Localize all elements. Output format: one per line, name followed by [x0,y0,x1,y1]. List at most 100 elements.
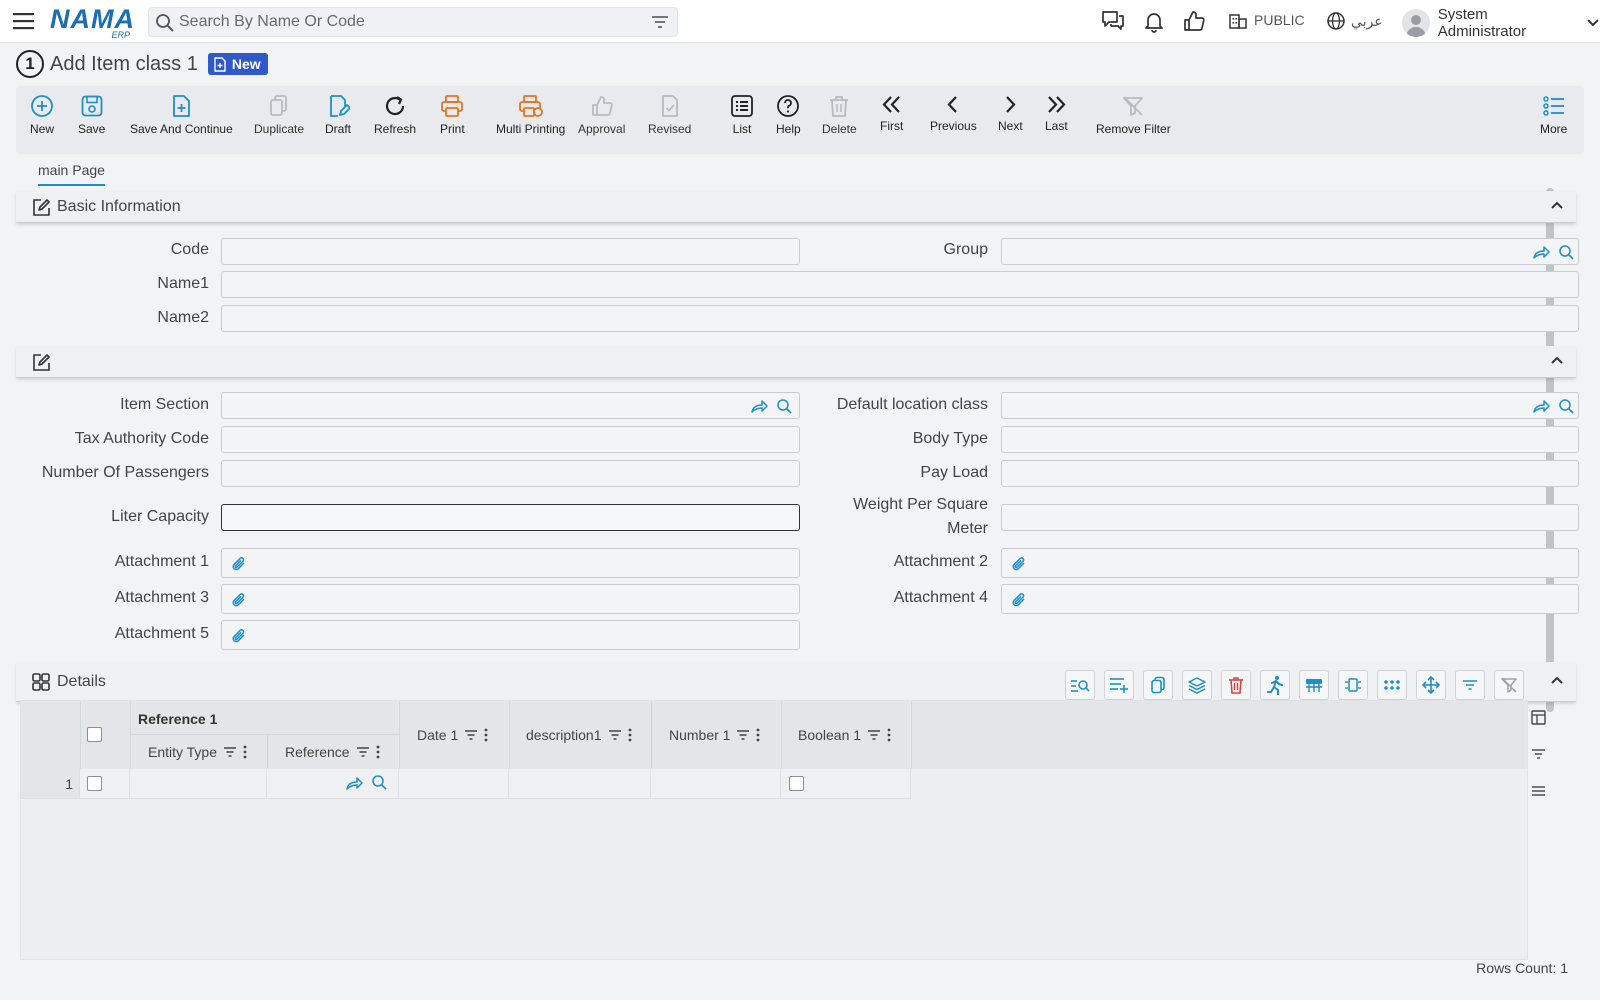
additional-info-header[interactable] [16,346,1576,378]
save-button[interactable]: Save [78,94,105,136]
chevron-up-icon[interactable] [1550,355,1564,365]
attachment2-field[interactable] [1001,548,1579,578]
lookup-search-icon[interactable] [776,398,794,414]
group-field[interactable] [1001,238,1579,265]
description1-cell[interactable] [509,769,651,799]
paperclip-icon[interactable] [1010,555,1028,573]
name1-field[interactable] [221,271,1579,298]
menu-panel-icon[interactable] [1531,785,1546,797]
company-selector[interactable]: PUBLIC [1228,10,1305,30]
grid-search-button[interactable] [1065,670,1095,700]
column-number-1[interactable]: Number 1 [669,727,760,743]
column-filter-icon[interactable] [867,729,881,741]
paperclip-icon[interactable] [230,591,248,609]
share-arrow-icon[interactable] [750,398,768,414]
boolean1-checkbox[interactable] [789,776,804,791]
basic-information-header[interactable]: Basic Information [16,191,1576,223]
refresh-button[interactable]: Refresh [374,94,416,136]
remove-filter-button[interactable]: Remove Filter [1096,94,1171,136]
number-of-passengers-field[interactable] [221,460,800,487]
grid-filter-button[interactable] [1455,670,1485,700]
last-button[interactable]: Last [1045,94,1068,133]
search-input[interactable] [179,12,629,32]
run-action-button[interactable] [1260,670,1290,700]
print-button[interactable]: Print [440,94,465,136]
liter-capacity-field[interactable] [221,504,800,531]
column-filter-icon[interactable] [223,746,237,758]
column-date-1[interactable]: Date 1 [417,727,488,743]
paperclip-icon[interactable] [1010,591,1028,609]
approval-button[interactable]: Approval [578,94,625,136]
attachment1-field[interactable] [221,548,800,578]
filter-icon[interactable] [651,14,669,30]
copy-rows-button[interactable] [1143,670,1173,700]
column-boolean-1[interactable]: Boolean 1 [798,727,891,743]
fit-columns-button[interactable] [1338,670,1368,700]
column-filter-icon[interactable] [464,729,478,741]
share-arrow-icon[interactable] [345,775,363,791]
share-arrow-icon[interactable] [1532,244,1550,260]
column-menu-icon[interactable] [376,745,380,759]
item-section-field[interactable] [221,392,800,419]
draft-button[interactable]: Draft [325,94,351,136]
column-menu-icon[interactable] [628,728,632,742]
entity-type-cell[interactable] [130,769,267,799]
column-description1[interactable]: description1 [526,727,632,743]
delete-button[interactable]: Delete [822,94,857,136]
column-filter-icon[interactable] [736,729,750,741]
layers-button[interactable] [1182,670,1212,700]
duplicate-button[interactable]: Duplicate [254,94,304,136]
weight-per-square-meter-field[interactable] [1001,504,1579,531]
list-button[interactable]: List [730,94,754,136]
next-button[interactable]: Next [998,94,1023,133]
date1-cell[interactable] [399,769,509,799]
default-location-class-field[interactable] [1001,392,1579,419]
column-menu-icon[interactable] [887,728,891,742]
name2-field[interactable] [221,305,1579,332]
nama-logo[interactable]: NAMA ERP [50,5,134,40]
more-button[interactable]: More [1540,94,1567,136]
code-field[interactable] [221,238,800,265]
chat-icon[interactable] [1100,9,1126,33]
column-filter-icon[interactable] [356,746,370,758]
select-all-checkbox[interactable] [87,727,102,742]
multi-printing-button[interactable]: Multi Printing [496,94,565,136]
grid-remove-filter-button[interactable] [1494,670,1524,700]
add-row-button[interactable] [1104,670,1134,700]
help-button[interactable]: Help [776,94,801,136]
filter-panel-icon[interactable] [1531,748,1546,760]
new-button[interactable]: New [30,94,54,136]
paperclip-icon[interactable] [230,555,248,573]
columns-panel-icon[interactable] [1531,710,1546,725]
lookup-search-icon[interactable] [1558,398,1576,414]
row-form-button[interactable] [1299,670,1329,700]
lookup-search-icon[interactable] [1558,244,1576,260]
previous-button[interactable]: Previous [930,94,977,133]
body-type-field[interactable] [1001,426,1579,453]
grid-options-button[interactable] [1377,670,1407,700]
column-filter-icon[interactable] [608,729,622,741]
share-arrow-icon[interactable] [1532,398,1550,414]
boolean1-cell[interactable] [781,769,911,799]
paperclip-icon[interactable] [230,627,248,645]
thumbs-up-icon[interactable] [1182,9,1206,33]
reference-cell[interactable] [267,769,399,799]
number1-cell[interactable] [651,769,781,799]
chevron-up-icon[interactable] [1550,675,1564,685]
chevron-up-icon[interactable] [1550,200,1564,210]
row-checkbox[interactable] [87,776,102,791]
user-menu[interactable]: System Administrator [1402,6,1600,40]
language-switcher[interactable]: عربي [1326,11,1383,31]
attachment5-field[interactable] [221,620,800,650]
column-entity-type[interactable]: Entity Type [148,744,247,760]
attachment3-field[interactable] [221,584,800,614]
lookup-search-icon[interactable] [371,774,389,790]
first-button[interactable]: First [880,94,903,133]
tax-authority-code-field[interactable] [221,426,800,453]
column-reference[interactable]: Reference [285,744,380,760]
notification-bell-icon[interactable] [1142,9,1166,33]
column-menu-icon[interactable] [756,728,760,742]
column-menu-icon[interactable] [243,745,247,759]
pay-load-field[interactable] [1001,460,1579,487]
tab-main-page[interactable]: main Page [38,162,105,186]
